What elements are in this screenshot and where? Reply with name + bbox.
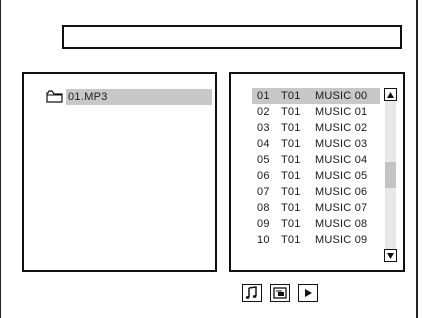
play-icon bbox=[305, 289, 312, 297]
track-number: 10 bbox=[257, 234, 270, 246]
track-name: MUSIC 09 bbox=[315, 234, 368, 246]
track-number: 01 bbox=[257, 90, 270, 102]
scrollbar-track[interactable] bbox=[385, 101, 396, 249]
track-title-id: T01 bbox=[281, 154, 301, 166]
scrollbar-thumb[interactable] bbox=[385, 162, 396, 188]
track-title-id: T01 bbox=[281, 106, 301, 118]
track-name: MUSIC 08 bbox=[315, 218, 368, 230]
music-mode-button[interactable] bbox=[242, 284, 262, 302]
track-name: MUSIC 07 bbox=[315, 202, 368, 214]
track-number: 08 bbox=[257, 202, 270, 214]
track-number: 06 bbox=[257, 170, 270, 182]
triangle-down-icon bbox=[387, 252, 394, 259]
track-title-id: T01 bbox=[281, 234, 301, 246]
track-number: 09 bbox=[257, 218, 270, 230]
track-title-id: T01 bbox=[281, 202, 301, 214]
track-title-id: T01 bbox=[281, 122, 301, 134]
triangle-up-icon bbox=[387, 91, 394, 98]
track-row[interactable]: 10 T01 MUSIC 09 bbox=[252, 232, 380, 248]
track-row[interactable]: 03 T01 MUSIC 02 bbox=[252, 120, 380, 136]
track-title-id: T01 bbox=[281, 186, 301, 198]
track-number: 05 bbox=[257, 154, 270, 166]
title-display-bar bbox=[62, 25, 402, 49]
folder-item-label: 01.MP3 bbox=[66, 89, 212, 105]
track-row[interactable]: 06 T01 MUSIC 05 bbox=[252, 168, 380, 184]
track-title-id: T01 bbox=[281, 170, 301, 182]
track-title-id: T01 bbox=[281, 218, 301, 230]
track-number: 03 bbox=[257, 122, 270, 134]
scroll-down-button[interactable] bbox=[384, 249, 397, 262]
folder-panel: 01.MP3 bbox=[22, 72, 217, 272]
track-row[interactable]: 02 T01 MUSIC 01 bbox=[252, 104, 380, 120]
track-number: 02 bbox=[257, 106, 270, 118]
track-name: MUSIC 03 bbox=[315, 138, 368, 150]
track-number: 04 bbox=[257, 138, 270, 150]
track-row[interactable]: 08 T01 MUSIC 07 bbox=[252, 200, 380, 216]
track-name: MUSIC 01 bbox=[315, 106, 368, 118]
track-title-id: T01 bbox=[281, 138, 301, 150]
track-row[interactable]: 04 T01 MUSIC 03 bbox=[252, 136, 380, 152]
photo-icon bbox=[273, 287, 287, 299]
track-list-panel: 01 T01 MUSIC 00 02 T01 MUSIC 01 03 T01 MUSIC 02 0… bbox=[229, 72, 405, 272]
track-row[interactable]: 09 T01 MUSIC 08 bbox=[252, 216, 380, 232]
track-name: MUSIC 04 bbox=[315, 154, 368, 166]
track-row[interactable]: 07 T01 MUSIC 06 bbox=[252, 184, 380, 200]
track-title-id: T01 bbox=[281, 90, 301, 102]
track-name: MUSIC 02 bbox=[315, 122, 368, 134]
music-note-icon bbox=[245, 286, 257, 299]
photo-mode-button[interactable] bbox=[270, 284, 290, 302]
track-name: MUSIC 00 bbox=[315, 90, 368, 102]
track-name: MUSIC 05 bbox=[315, 170, 368, 182]
folder-icon bbox=[46, 90, 63, 103]
track-name: MUSIC 06 bbox=[315, 186, 368, 198]
track-number: 07 bbox=[257, 186, 270, 198]
scrollbar[interactable] bbox=[384, 88, 397, 262]
mode-toolbar bbox=[242, 284, 318, 302]
folder-item[interactable]: 01.MP3 bbox=[46, 89, 212, 105]
track-row[interactable]: 01 T01 MUSIC 00 bbox=[252, 88, 380, 104]
track-list: 01 T01 MUSIC 00 02 T01 MUSIC 01 03 T01 MUSIC 02 0… bbox=[252, 88, 380, 248]
scroll-up-button[interactable] bbox=[384, 88, 397, 101]
track-row[interactable]: 05 T01 MUSIC 04 bbox=[252, 152, 380, 168]
play-button[interactable] bbox=[298, 284, 318, 302]
